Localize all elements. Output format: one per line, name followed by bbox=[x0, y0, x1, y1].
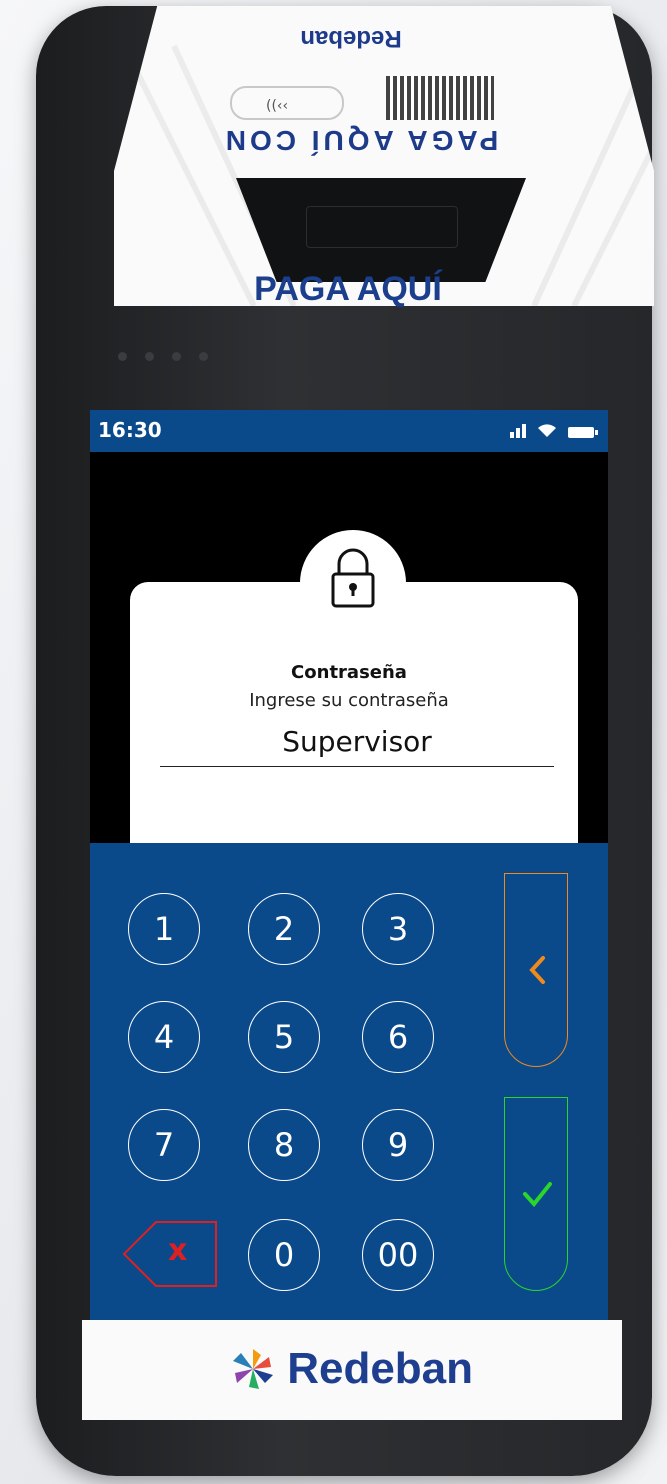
screen: 16:30 Contraseña Ingrese su contraseña 1… bbox=[90, 410, 608, 1360]
cap-brand-mirrored: Redeban bbox=[300, 25, 402, 52]
key-9[interactable]: 9 bbox=[362, 1109, 434, 1181]
status-time: 16:30 bbox=[98, 418, 162, 442]
cap-text-mirrored: PAGA AQUÍ CON bbox=[221, 125, 499, 156]
key-00[interactable]: 00 bbox=[362, 1219, 434, 1291]
lock-bubble bbox=[300, 530, 406, 636]
printer-inner bbox=[306, 206, 458, 248]
password-input[interactable] bbox=[160, 716, 554, 767]
back-button[interactable] bbox=[504, 873, 568, 1067]
camera-dots bbox=[118, 352, 208, 361]
wifi-icon bbox=[538, 424, 556, 437]
battery-icon bbox=[568, 427, 598, 438]
key-7[interactable]: 7 bbox=[128, 1109, 200, 1181]
dialog-title: Contraseña bbox=[291, 662, 407, 683]
key-2[interactable]: 2 bbox=[248, 893, 320, 965]
key-8[interactable]: 8 bbox=[248, 1109, 320, 1181]
key-1[interactable]: 1 bbox=[128, 893, 200, 965]
check-icon bbox=[523, 1182, 552, 1208]
key-5[interactable]: 5 bbox=[248, 1001, 320, 1073]
confirm-button[interactable] bbox=[504, 1097, 568, 1291]
svg-text:((‹‹: ((‹‹ bbox=[266, 98, 288, 114]
key-3[interactable]: 3 bbox=[362, 893, 434, 965]
brand-logo: Redeban bbox=[82, 1344, 622, 1394]
brand-name: Redeban bbox=[287, 1344, 474, 1393]
bottom-cap: Redeban bbox=[82, 1320, 622, 1420]
cap-title: PAGA AQUÍ bbox=[254, 270, 442, 308]
status-bar: 16:30 bbox=[90, 410, 608, 452]
signal-icon bbox=[510, 422, 526, 438]
key-4[interactable]: 4 bbox=[128, 1001, 200, 1073]
brand-mark-icon bbox=[232, 1349, 273, 1389]
lock-icon bbox=[331, 548, 375, 608]
keypad: 1 2 3 4 5 6 7 8 9 x 0 00 bbox=[90, 843, 608, 1360]
chevron-left-icon bbox=[529, 956, 545, 984]
delete-label: x bbox=[168, 1233, 188, 1268]
qr-code-icon bbox=[386, 76, 494, 120]
key-6[interactable]: 6 bbox=[362, 1001, 434, 1073]
delete-button[interactable]: x bbox=[122, 1219, 218, 1289]
dialog-subtitle: Ingrese su contraseña bbox=[249, 690, 449, 711]
contactless-icon: ((‹‹ bbox=[230, 86, 344, 120]
key-0[interactable]: 0 bbox=[248, 1219, 320, 1291]
